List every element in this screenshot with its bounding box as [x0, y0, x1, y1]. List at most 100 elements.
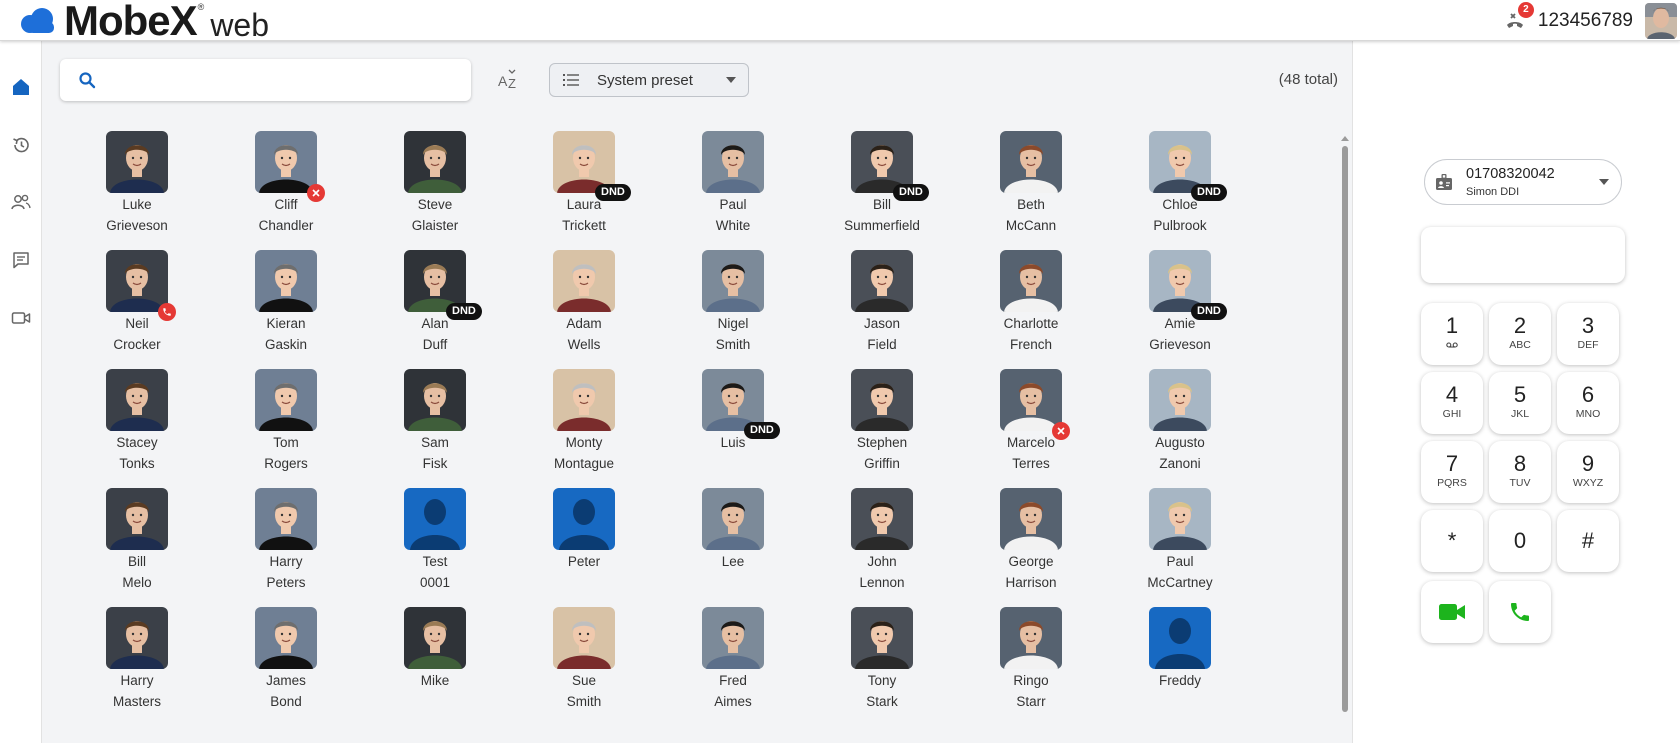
contact-card[interactable]: Harry Peters [231, 488, 341, 593]
contact-card[interactable]: Bill Melo [82, 488, 192, 593]
contact-card[interactable]: Steve Glaister [380, 131, 490, 236]
nav-home[interactable] [6, 72, 36, 102]
contact-card[interactable]: Jason Field [827, 250, 937, 355]
contact-avatar [553, 488, 615, 550]
contact-first-name: George [1008, 554, 1054, 569]
contact-card[interactable]: Monty Montague [529, 369, 639, 474]
contact-card[interactable]: Luke Grieveson [82, 131, 192, 236]
search-icon [79, 72, 96, 89]
contact-card[interactable]: John Lennon [827, 488, 937, 593]
dial-number-display[interactable] [1421, 227, 1625, 283]
contact-card[interactable]: George Harrison [976, 488, 1086, 593]
contact-card[interactable]: Augusto Zanoni [1125, 369, 1235, 474]
dial-key-8[interactable]: 8 TUV [1489, 441, 1551, 503]
contact-card[interactable]: Mike [380, 607, 490, 691]
preset-dropdown[interactable]: System preset [549, 63, 749, 97]
contact-last-name: McCann [1005, 218, 1057, 233]
nav-chat[interactable] [6, 245, 36, 275]
dnd-badge: DND [446, 303, 482, 320]
contact-card[interactable]: DND Bill Summerfield [827, 131, 937, 236]
contact-avatar [1000, 369, 1070, 440]
contact-last-name: White [715, 218, 751, 233]
nav-contacts[interactable] [6, 187, 36, 217]
contact-first-name: Kieran [266, 316, 306, 331]
user-avatar[interactable] [1645, 2, 1677, 39]
contact-card[interactable]: Sam Fisk [380, 369, 490, 474]
contact-card[interactable]: DND Luis [678, 369, 788, 453]
contact-card[interactable]: Marcelo Terres [976, 369, 1086, 474]
dial-key-0[interactable]: 0 [1489, 510, 1551, 572]
dial-key-2[interactable]: 2 ABC [1489, 303, 1551, 365]
contact-card[interactable]: Beth McCann [976, 131, 1086, 236]
dial-key-1[interactable]: 1 [1421, 303, 1483, 365]
dial-key-9[interactable]: 9 WXYZ [1557, 441, 1619, 503]
presence-button[interactable]: 2 [1502, 1, 1534, 34]
contact-card[interactable]: DND Laura Trickett [529, 131, 639, 236]
contact-card[interactable]: Charlotte French [976, 250, 1086, 355]
contact-card[interactable]: Peter [529, 488, 639, 572]
contact-card[interactable]: Tom Rogers [231, 369, 341, 474]
contact-avatar [702, 607, 764, 669]
dial-key-3[interactable]: 3 DEF [1557, 303, 1619, 365]
dial-key-6[interactable]: 6 MNO [1557, 372, 1619, 434]
contact-card[interactable]: James Bond [231, 607, 341, 712]
contact-card[interactable]: Cliff Chandler [231, 131, 341, 236]
dial-key-5[interactable]: 5 JKL [1489, 372, 1551, 434]
contact-card[interactable]: Tony Stark [827, 607, 937, 712]
caller-id-select[interactable]: 01708320042 Simon DDI [1424, 159, 1622, 205]
registered-mark: ® [197, 1, 205, 12]
contact-card[interactable]: Freddy [1125, 607, 1235, 691]
contact-avatar: DND [851, 131, 929, 201]
dial-key-star[interactable]: * [1421, 510, 1483, 572]
contact-avatar [1000, 250, 1062, 312]
sort-az-button[interactable]: A Z [497, 67, 521, 93]
contact-card[interactable]: Adam Wells [529, 250, 639, 355]
contact-avatar [404, 369, 466, 431]
mobex-logo[interactable]: MobeX ® web [18, 0, 269, 41]
contact-card[interactable]: Stephen Griffin [827, 369, 937, 474]
scrollbar-thumb[interactable] [1342, 146, 1348, 712]
nav-history[interactable] [6, 130, 36, 160]
dial-key-7[interactable]: 7 PQRS [1421, 441, 1483, 503]
contact-card[interactable]: Stacey Tonks [82, 369, 192, 474]
dnd-badge: DND [893, 184, 929, 201]
contact-card[interactable]: Nigel Smith [678, 250, 788, 355]
contact-last-name: Crocker [113, 337, 161, 352]
contact-card[interactable]: DND Amie Grieveson [1125, 250, 1235, 355]
key-digit: 4 [1445, 382, 1459, 407]
chat-icon [13, 252, 29, 269]
contact-card[interactable]: Test 0001 [380, 488, 490, 593]
contact-last-name: Griffin [864, 456, 900, 471]
dial-key-4[interactable]: 4 GHI [1421, 372, 1483, 434]
nav-video[interactable] [6, 303, 36, 333]
app-header: MobeX ® web 2 123456789 [0, 0, 1680, 41]
video-call-button[interactable] [1421, 581, 1483, 643]
voice-call-button[interactable] [1489, 581, 1551, 643]
contact-card[interactable]: DND Alan Duff [380, 250, 490, 355]
contact-card[interactable]: DND Chloe Pulbrook [1125, 131, 1235, 236]
on-call-badge [158, 303, 176, 321]
contact-first-name: Sam [421, 435, 449, 450]
contact-last-name: Zanoni [1159, 456, 1201, 471]
contact-first-name: Marcelo [1006, 435, 1055, 450]
search-input[interactable] [108, 71, 448, 89]
contact-avatar [851, 369, 913, 431]
contact-card[interactable]: Paul McCartney [1125, 488, 1235, 593]
scroll-up-icon[interactable] [1341, 134, 1349, 142]
contact-card[interactable]: Neil Crocker [82, 250, 192, 355]
contact-scrollbar[interactable] [1341, 134, 1349, 714]
contact-avatar [851, 607, 913, 669]
contact-card[interactable]: Fred Aimes [678, 607, 788, 712]
contact-card[interactable]: Lee [678, 488, 788, 572]
contact-card[interactable]: Harry Masters [82, 607, 192, 712]
contact-card[interactable]: Sue Smith [529, 607, 639, 712]
contact-card[interactable]: Paul White [678, 131, 788, 236]
contact-card[interactable]: Kieran Gaskin [231, 250, 341, 355]
dial-key-hash[interactable]: # [1557, 510, 1619, 572]
key-letters: DEF [1577, 339, 1599, 351]
contact-avatar: DND [1149, 131, 1227, 201]
contact-last-name: Chandler [258, 218, 314, 233]
search-box[interactable] [60, 59, 471, 101]
contact-first-name: Harry [120, 673, 154, 688]
contact-card[interactable]: Ringo Starr [976, 607, 1086, 712]
